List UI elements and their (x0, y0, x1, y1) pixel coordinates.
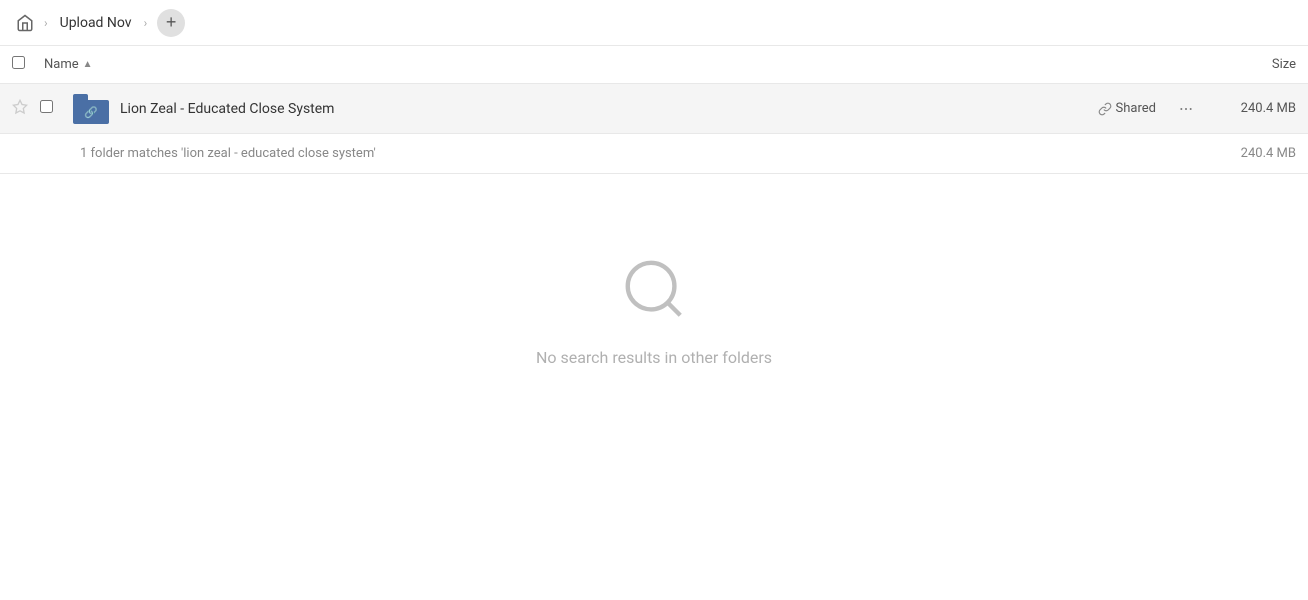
sort-indicator: ▲ (83, 59, 93, 70)
star-icon[interactable] (12, 99, 36, 119)
name-column-header[interactable]: Name ▲ (44, 57, 1216, 72)
shared-label: Shared (1116, 101, 1156, 116)
svg-text:🔗: 🔗 (84, 105, 98, 119)
summary-size: 240.4 MB (1216, 146, 1296, 161)
file-size: 240.4 MB (1216, 101, 1296, 116)
ellipsis-icon (1178, 101, 1194, 117)
name-header-label: Name (44, 57, 79, 72)
folder-icon-wrapper: 🔗 (72, 90, 110, 128)
breadcrumb-folder[interactable]: Upload Nov (54, 11, 138, 35)
more-options-button[interactable] (1172, 95, 1200, 123)
empty-search-icon (619, 254, 689, 328)
summary-row: 1 folder matches 'lion zeal - educated c… (0, 134, 1308, 174)
summary-text: 1 folder matches 'lion zeal - educated c… (80, 146, 1216, 161)
link-icon (1098, 102, 1112, 116)
size-column-header[interactable]: Size (1216, 57, 1296, 72)
file-checkbox[interactable] (40, 100, 64, 117)
shared-badge[interactable]: Shared (1098, 101, 1156, 116)
select-all-input[interactable] (12, 56, 25, 69)
folder-icon: 🔗 (73, 94, 109, 124)
file-select-input[interactable] (40, 100, 53, 113)
breadcrumb-chevron-1: › (42, 16, 50, 30)
add-button[interactable]: + (157, 9, 185, 37)
empty-state: No search results in other folders (0, 174, 1308, 407)
home-breadcrumb[interactable] (12, 10, 38, 36)
file-name: Lion Zeal - Educated Close System (120, 101, 1098, 117)
empty-state-message: No search results in other folders (536, 348, 772, 367)
breadcrumb-bar: › Upload Nov › + (0, 0, 1308, 46)
select-all-checkbox[interactable] (12, 56, 36, 73)
breadcrumb-chevron-2: › (142, 16, 150, 30)
column-headers: Name ▲ Size (0, 46, 1308, 84)
file-row[interactable]: 🔗 Lion Zeal - Educated Close System Shar… (0, 84, 1308, 134)
